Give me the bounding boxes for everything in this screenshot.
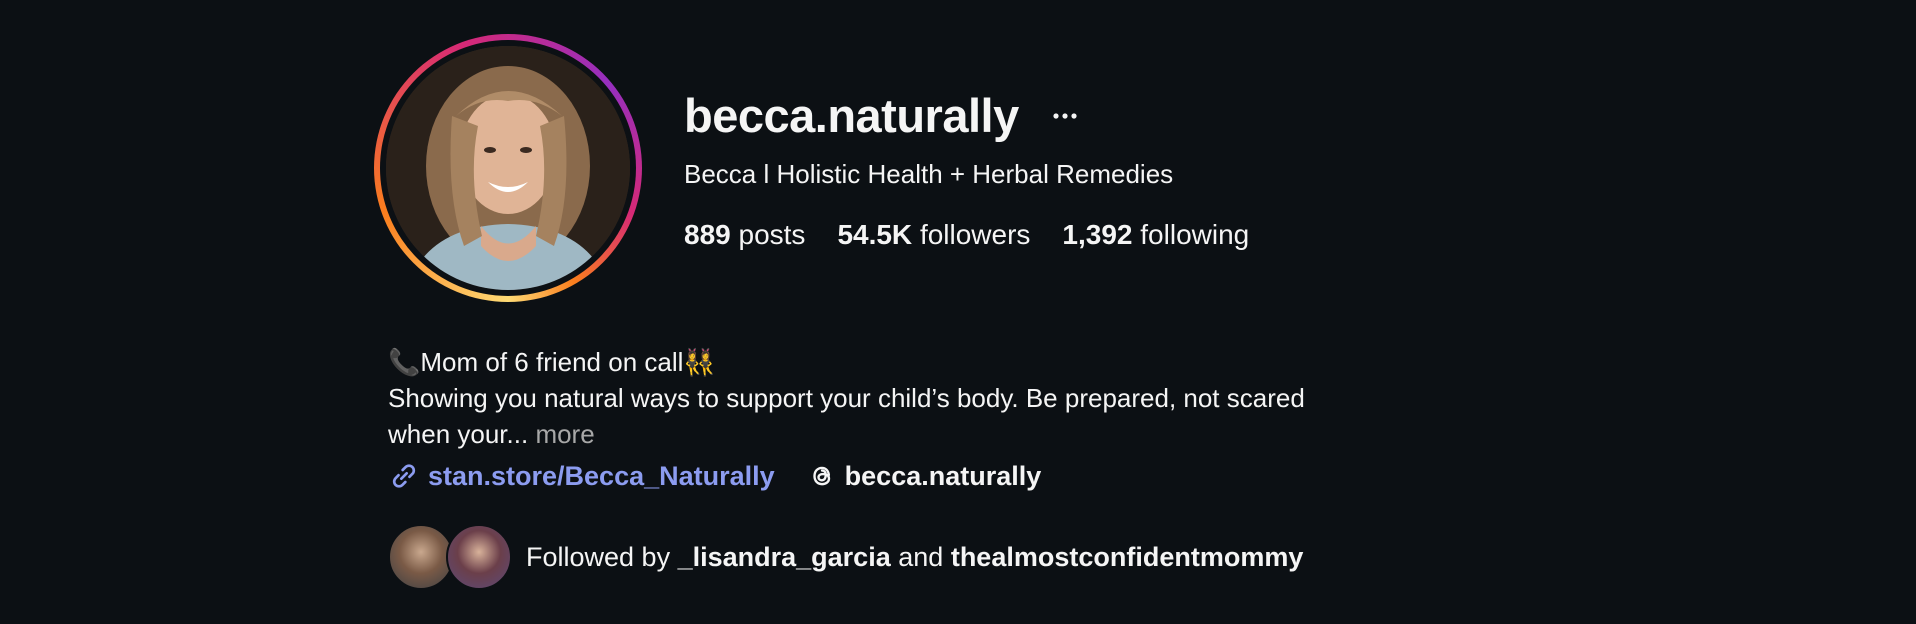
- mutual-followers-avatars: [388, 524, 512, 590]
- bio-line-1: 📞Mom of 6 friend on call👯‍♀️: [388, 344, 1438, 380]
- followers-label: followers: [919, 219, 1031, 250]
- link-icon: [392, 464, 416, 488]
- bio-line-1-text: Mom of 6 friend on call: [420, 347, 684, 377]
- profile-page: becca.naturally Becca l Holistic Health …: [0, 0, 1916, 624]
- mutual-follower-username[interactable]: thealmostconfidentmommy: [951, 542, 1304, 572]
- followed-by-text: Followed by _lisandra_garcia and thealmo…: [526, 539, 1303, 575]
- threads-icon: [812, 466, 830, 486]
- followers-stat[interactable]: 54.5K followers: [837, 218, 1030, 252]
- bio-line-2: Showing you natural ways to support your…: [388, 383, 1305, 413]
- mutual-follower-username[interactable]: _lisandra_garcia: [678, 542, 891, 572]
- more-options-button[interactable]: [1048, 96, 1082, 136]
- avatar-portrait-image: [386, 46, 630, 290]
- profile-avatar-story-ring[interactable]: [374, 34, 642, 302]
- bio-line-3: when your... more: [388, 416, 1438, 452]
- profile-stats: 889 posts 54.5K followers 1,392 followin…: [684, 218, 1249, 252]
- website-link[interactable]: stan.store/Becca_Naturally: [388, 458, 775, 494]
- profile-avatar: [386, 46, 630, 290]
- avatar-border: [380, 40, 636, 296]
- posts-label: posts: [738, 219, 806, 250]
- posts-count: 889: [684, 219, 731, 250]
- bio-more-link[interactable]: more: [535, 419, 594, 449]
- profile-links: stan.store/Becca_Naturally becca.natural…: [388, 458, 1041, 494]
- bio-line-3-text: when your...: [388, 419, 529, 449]
- following-stat[interactable]: 1,392 following: [1062, 218, 1249, 252]
- threads-link[interactable]: becca.naturally: [807, 458, 1042, 494]
- profile-username: becca.naturally: [684, 89, 1019, 142]
- profile-full-name: Becca l Holistic Health + Herbal Remedie…: [684, 159, 1174, 189]
- posts-stat[interactable]: 889 posts: [684, 218, 805, 252]
- mutual-follower-avatar: [446, 524, 512, 590]
- phone-emoji: 📞: [388, 347, 421, 377]
- mutual-follower-avatar: [388, 524, 454, 590]
- followed-by-conjunction: and: [898, 542, 944, 572]
- followed-by[interactable]: Followed by _lisandra_garcia and thealmo…: [388, 524, 1303, 590]
- profile-bio: 📞Mom of 6 friend on call👯‍♀️ Showing you…: [388, 344, 1438, 452]
- ellipsis-icon: [1053, 113, 1077, 119]
- threads-link-text: becca.naturally: [844, 461, 1042, 491]
- followed-by-prefix: Followed by: [526, 542, 671, 572]
- following-label: following: [1140, 219, 1250, 250]
- followers-count: 54.5K: [837, 219, 913, 250]
- following-count: 1,392: [1062, 219, 1133, 250]
- website-link-text: stan.store/Becca_Naturally: [428, 461, 775, 491]
- dancers-emoji: 👯‍♀️: [683, 347, 716, 377]
